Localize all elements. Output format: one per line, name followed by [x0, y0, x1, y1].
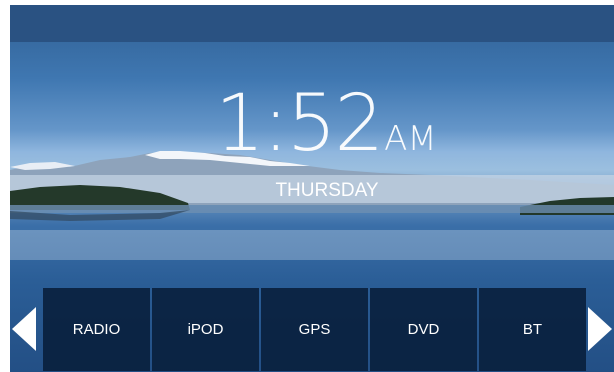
radio-button[interactable]: RADIO [43, 288, 150, 371]
source-menu: RADIO iPOD GPS DVD BT [43, 288, 586, 371]
bt-button[interactable]: BT [479, 288, 586, 371]
gps-button[interactable]: GPS [261, 288, 368, 371]
triangle-right-icon[interactable] [586, 305, 614, 353]
triangle-left-icon[interactable] [10, 305, 38, 353]
clock-time: 1:52 [215, 79, 384, 169]
reflection-band [10, 230, 614, 260]
weekday-label: THURSDAY [275, 180, 379, 201]
ipod-button[interactable]: iPOD [152, 288, 259, 371]
clock: 1:52AM [215, 85, 437, 163]
clock-ampm: AM [384, 119, 437, 159]
horizon-water [10, 205, 614, 213]
home-screen: 1:52AM THURSDAY RADIO iPOD GPS DVD BT [10, 5, 614, 372]
dvd-button[interactable]: DVD [370, 288, 477, 371]
